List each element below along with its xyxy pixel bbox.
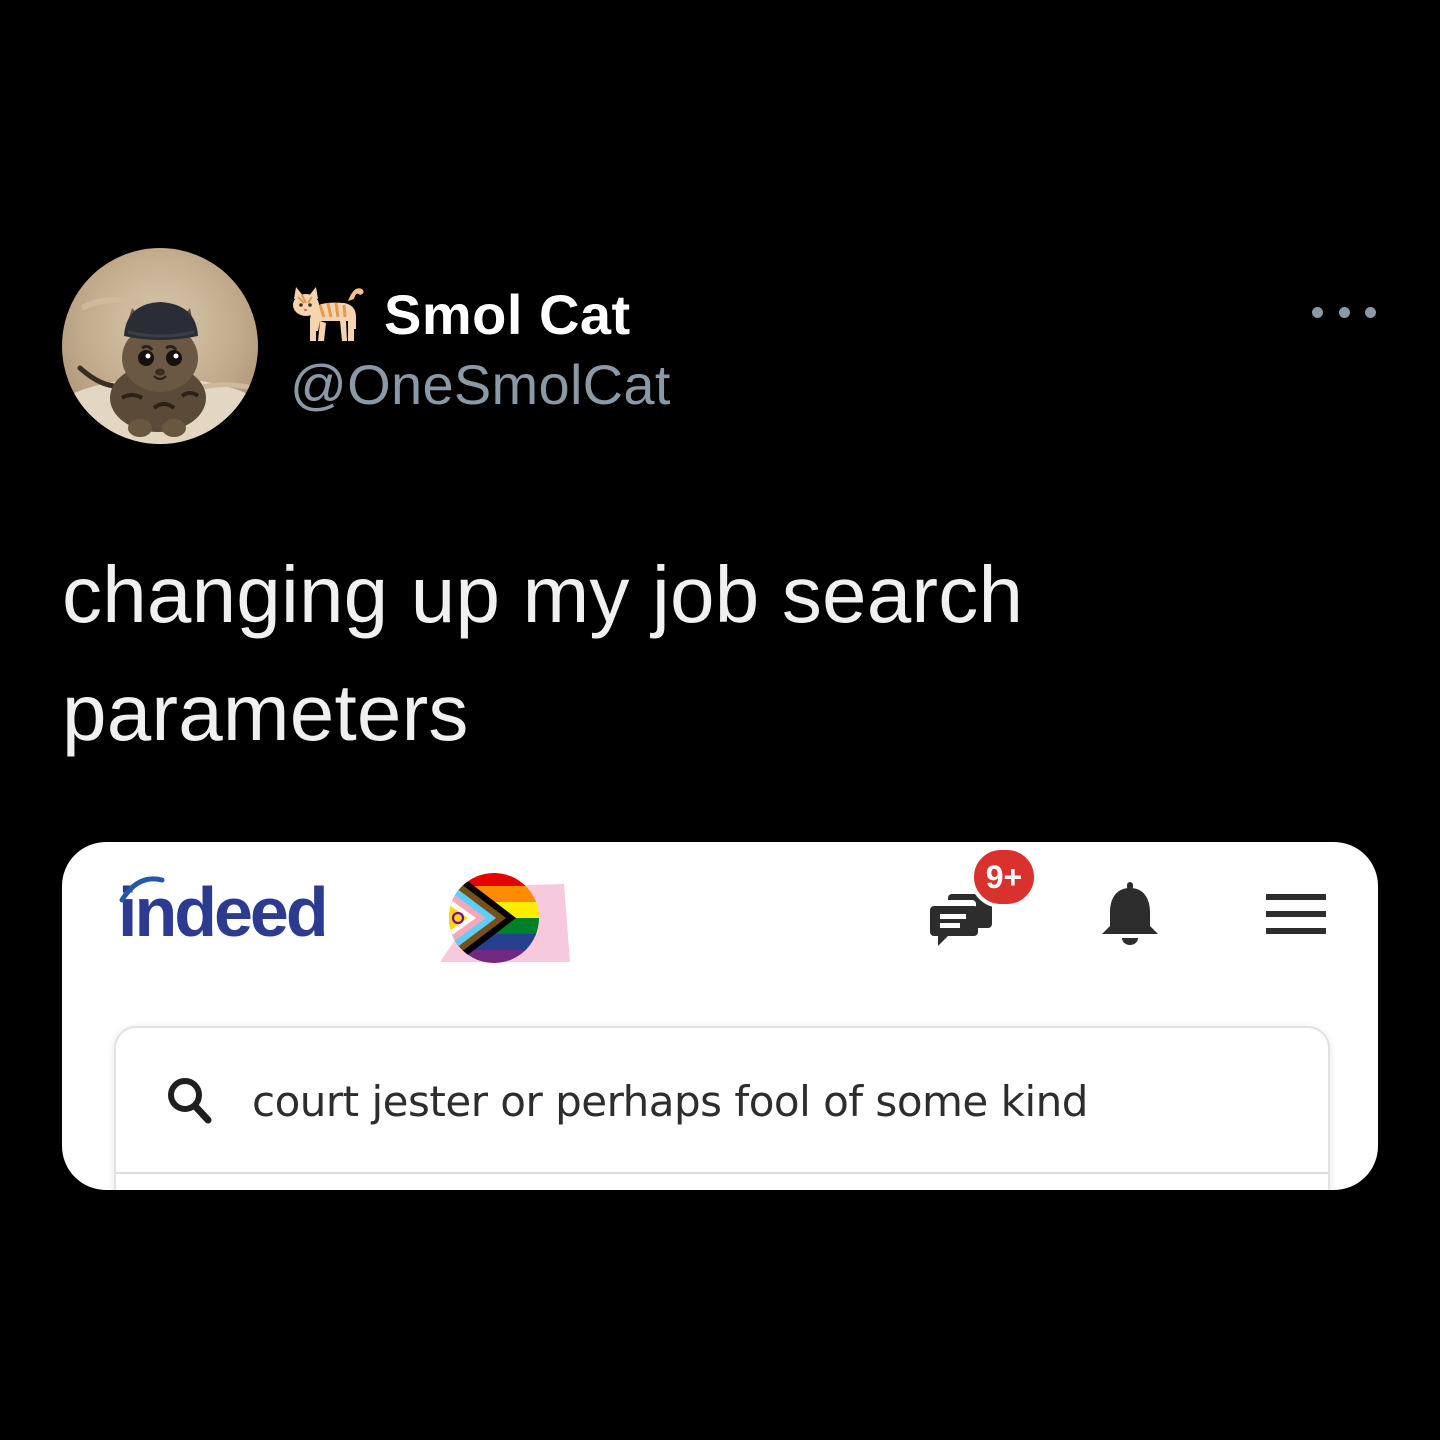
bell-icon[interactable]	[1098, 878, 1162, 948]
progress-pride-badge-icon	[440, 873, 570, 963]
search-icon	[166, 1076, 212, 1124]
more-dots-icon	[1312, 306, 1323, 318]
tweet-author: Smol Cat @OneSmolCat	[290, 278, 990, 417]
job-search-input[interactable]	[252, 1066, 1252, 1136]
author-handle[interactable]: @OneSmolCat	[290, 352, 990, 417]
tweet: Smol Cat @OneSmolCat changing up my job …	[0, 0, 1440, 1440]
avatar-kitten-image	[62, 297, 258, 444]
search-divider	[116, 1172, 1328, 1174]
hamburger-menu-icon[interactable]	[1264, 892, 1328, 936]
more-dot	[1365, 306, 1376, 318]
indeed-logo-arc-icon	[119, 876, 165, 903]
author-display-name[interactable]: Smol Cat	[384, 282, 631, 347]
avatar[interactable]	[62, 248, 258, 444]
tweet-media-image[interactable]: indeed 9+ court jester or perhaps fool o…	[62, 842, 1378, 1190]
more-dot	[1338, 306, 1350, 318]
job-search-box[interactable]	[114, 1026, 1330, 1190]
tweet-text: changing up my job search parameters	[62, 550, 1024, 757]
cat-emoji-icon	[290, 279, 366, 349]
author-name-row: Smol Cat	[290, 278, 990, 350]
more-options-button[interactable]	[1312, 296, 1376, 328]
message-count-badge: 9+	[970, 846, 1038, 908]
